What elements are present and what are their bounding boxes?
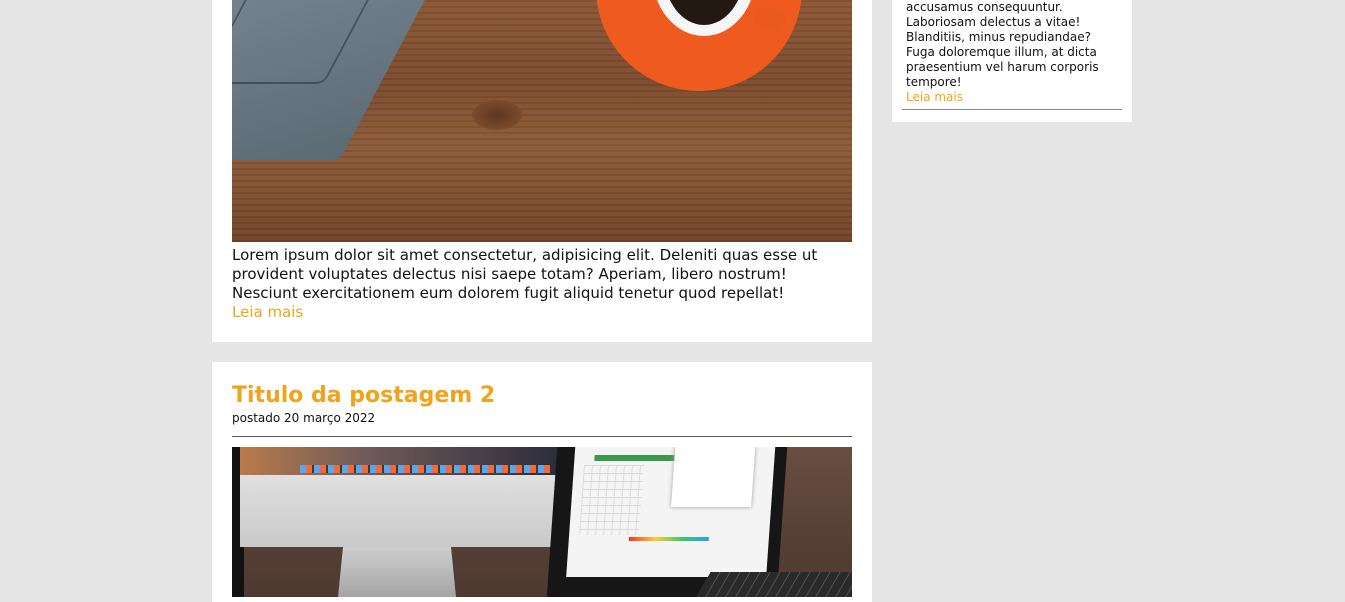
post-2-image-imac-laptop [232,447,852,597]
sidebar-read-more-link[interactable]: Leia mais [902,90,1122,105]
imac-shape [240,447,560,547]
post-card-1: Lorem ipsum dolor sit amet consectetur, … [212,0,872,342]
imac-dock [300,465,550,473]
post-1-read-more-link[interactable]: Leia mais [232,303,852,322]
post-1-image-laptop-coffee [232,0,852,242]
post-2-date: postado 20 março 2022 [232,411,376,425]
calendar-grid [579,465,644,535]
post-2-divider [232,436,852,437]
wood-knot [472,100,522,130]
sidebar-excerpt: accusamus consequuntur. Laboriosam delec… [906,0,1099,89]
color-bar [628,537,709,541]
post-1-excerpt-text: Lorem ipsum dolor sit amet consectetur, … [232,246,818,302]
post-1-excerpt: Lorem ipsum dolor sit amet consectetur, … [232,246,852,322]
sidebar-divider [902,109,1122,110]
post-2-title[interactable]: Titulo da postagem 2 [232,382,852,410]
sidebar-widget: accusamus consequuntur. Laboriosam delec… [892,0,1132,122]
laptop-keyboard [693,572,852,597]
trackpad-shape [232,0,375,84]
post-card-2: Titulo da postagem 2 postado 20 março 20… [212,362,872,602]
laptop-screen [566,447,776,577]
popup-dialog [671,447,756,507]
app-toolbar [594,455,675,461]
